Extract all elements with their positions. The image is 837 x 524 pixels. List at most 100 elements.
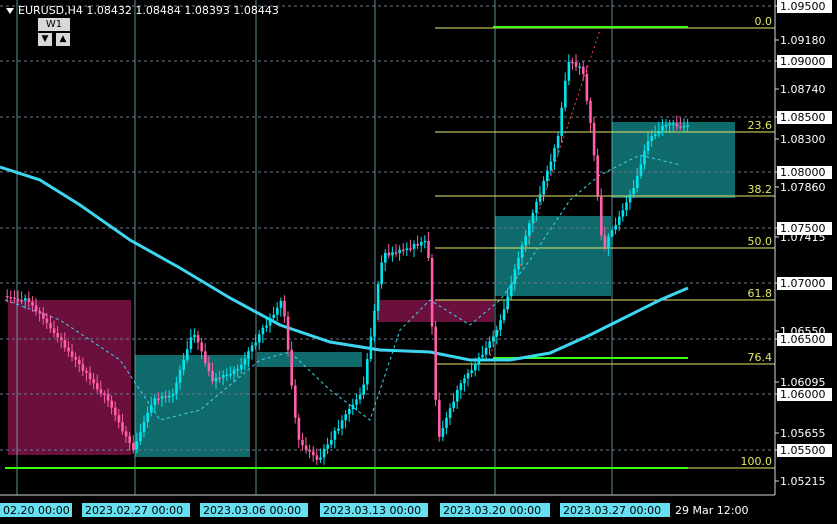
price-tick-label: 1.09000 bbox=[780, 55, 826, 68]
candle-body bbox=[474, 363, 477, 371]
candle-body bbox=[261, 327, 265, 335]
candle-body bbox=[45, 318, 49, 323]
timeframe-button[interactable]: W1 bbox=[38, 18, 70, 31]
candle-body bbox=[88, 372, 92, 380]
candle-body bbox=[553, 147, 556, 162]
candle-body bbox=[178, 370, 182, 383]
candle-body bbox=[394, 252, 398, 254]
price-tick-label: 1.06500 bbox=[780, 333, 826, 346]
candle-body bbox=[42, 312, 45, 319]
candle-body bbox=[312, 451, 315, 456]
candle-body bbox=[286, 316, 290, 350]
candle-body bbox=[481, 354, 484, 358]
candle-body bbox=[121, 422, 124, 432]
candle-body bbox=[452, 401, 455, 409]
candle-body bbox=[99, 389, 103, 394]
candle-body bbox=[589, 100, 592, 123]
candle-body bbox=[668, 123, 671, 126]
time-tick-label: 02.20 00:00 bbox=[3, 504, 70, 517]
candle-body bbox=[211, 371, 214, 382]
candle-body bbox=[96, 383, 99, 390]
candle-body bbox=[614, 224, 617, 230]
time-tick-label: 2023.02.27 00:00 bbox=[85, 504, 183, 517]
candle-body bbox=[171, 393, 175, 396]
candle-body bbox=[232, 369, 236, 375]
candle-body bbox=[603, 235, 607, 248]
candle-body bbox=[63, 340, 67, 348]
candle-body bbox=[24, 298, 27, 301]
candle-body bbox=[438, 399, 441, 437]
candle-body bbox=[13, 297, 16, 300]
arrow-up-button[interactable]: ▲ bbox=[56, 33, 70, 46]
candle-body bbox=[276, 307, 279, 315]
candle-body bbox=[52, 328, 56, 334]
candle-body bbox=[531, 212, 535, 224]
candle-body bbox=[150, 405, 153, 413]
timeframe-widget: W1 ▼ ▲ bbox=[38, 18, 70, 46]
candle-body bbox=[456, 389, 459, 402]
candle-body bbox=[610, 229, 614, 237]
candle-body bbox=[366, 358, 369, 385]
fib-level-label: 0.0 bbox=[755, 15, 773, 28]
candle-body bbox=[340, 420, 344, 429]
candle-body bbox=[160, 396, 164, 399]
candle-body bbox=[560, 107, 563, 136]
candle-body bbox=[193, 334, 196, 338]
zone-box bbox=[8, 300, 131, 455]
time-axis: 02.20 00:00 2023.02.27 00:00 2023.03.06 00… bbox=[0, 494, 775, 517]
candle-body bbox=[643, 151, 646, 165]
candle-body bbox=[250, 345, 254, 352]
candle-body bbox=[434, 326, 437, 400]
price-chart[interactable]: 0.023.638.250.061.876.4100.0 1.095001.09… bbox=[0, 0, 837, 524]
arrow-down-button[interactable]: ▼ bbox=[38, 33, 52, 46]
candle-body bbox=[31, 301, 34, 306]
candle-body bbox=[556, 135, 560, 148]
zone-box bbox=[257, 352, 362, 367]
candle-body bbox=[240, 364, 243, 370]
candle-body bbox=[67, 347, 70, 352]
menu-triangle-icon[interactable] bbox=[6, 8, 14, 14]
candle-body bbox=[142, 421, 146, 432]
candle-body bbox=[16, 298, 20, 301]
candle-body bbox=[600, 195, 603, 236]
candle-body bbox=[146, 412, 149, 422]
price-tick-label: 1.06000 bbox=[780, 388, 826, 401]
candle-body bbox=[574, 61, 578, 67]
candle-body bbox=[520, 245, 524, 258]
candle-body bbox=[225, 374, 229, 376]
candle-body bbox=[592, 122, 596, 156]
candle-body bbox=[279, 300, 283, 308]
candle-body bbox=[679, 126, 682, 128]
candle-body bbox=[268, 318, 272, 326]
candle-body bbox=[412, 243, 416, 249]
candle-body bbox=[430, 257, 434, 327]
candle-body bbox=[448, 408, 452, 418]
candle-body bbox=[6, 296, 9, 298]
candle-body bbox=[369, 336, 373, 359]
symbol-info: EURUSD,H4 1.08432 1.08484 1.08393 1.0844… bbox=[6, 4, 279, 17]
candle-body bbox=[510, 284, 513, 297]
candle-body bbox=[189, 337, 193, 350]
candle-body bbox=[618, 216, 621, 225]
candle-body bbox=[186, 349, 189, 360]
candle-body bbox=[272, 314, 275, 319]
candle-body bbox=[326, 444, 329, 449]
candle-body bbox=[182, 359, 185, 371]
price-tick-label: 1.07860 bbox=[780, 181, 826, 194]
candle-body bbox=[175, 382, 178, 394]
candle-body bbox=[672, 123, 675, 125]
candle-body bbox=[344, 414, 347, 421]
price-tick-label: 1.05655 bbox=[780, 427, 826, 440]
candle-body bbox=[85, 370, 88, 373]
candle-body bbox=[168, 395, 171, 398]
candle-body bbox=[319, 457, 322, 460]
price-tick-label: 1.07000 bbox=[780, 277, 826, 290]
candle-body bbox=[333, 430, 337, 440]
fib-level-label: 23.6 bbox=[748, 119, 773, 132]
fib-level-label: 61.8 bbox=[748, 287, 773, 300]
candle-body bbox=[564, 80, 567, 108]
candle-body bbox=[196, 334, 200, 343]
time-tick-label: 2023.03.13 00:00 bbox=[323, 504, 421, 517]
candle-body bbox=[506, 296, 509, 310]
candle-body bbox=[243, 358, 247, 365]
